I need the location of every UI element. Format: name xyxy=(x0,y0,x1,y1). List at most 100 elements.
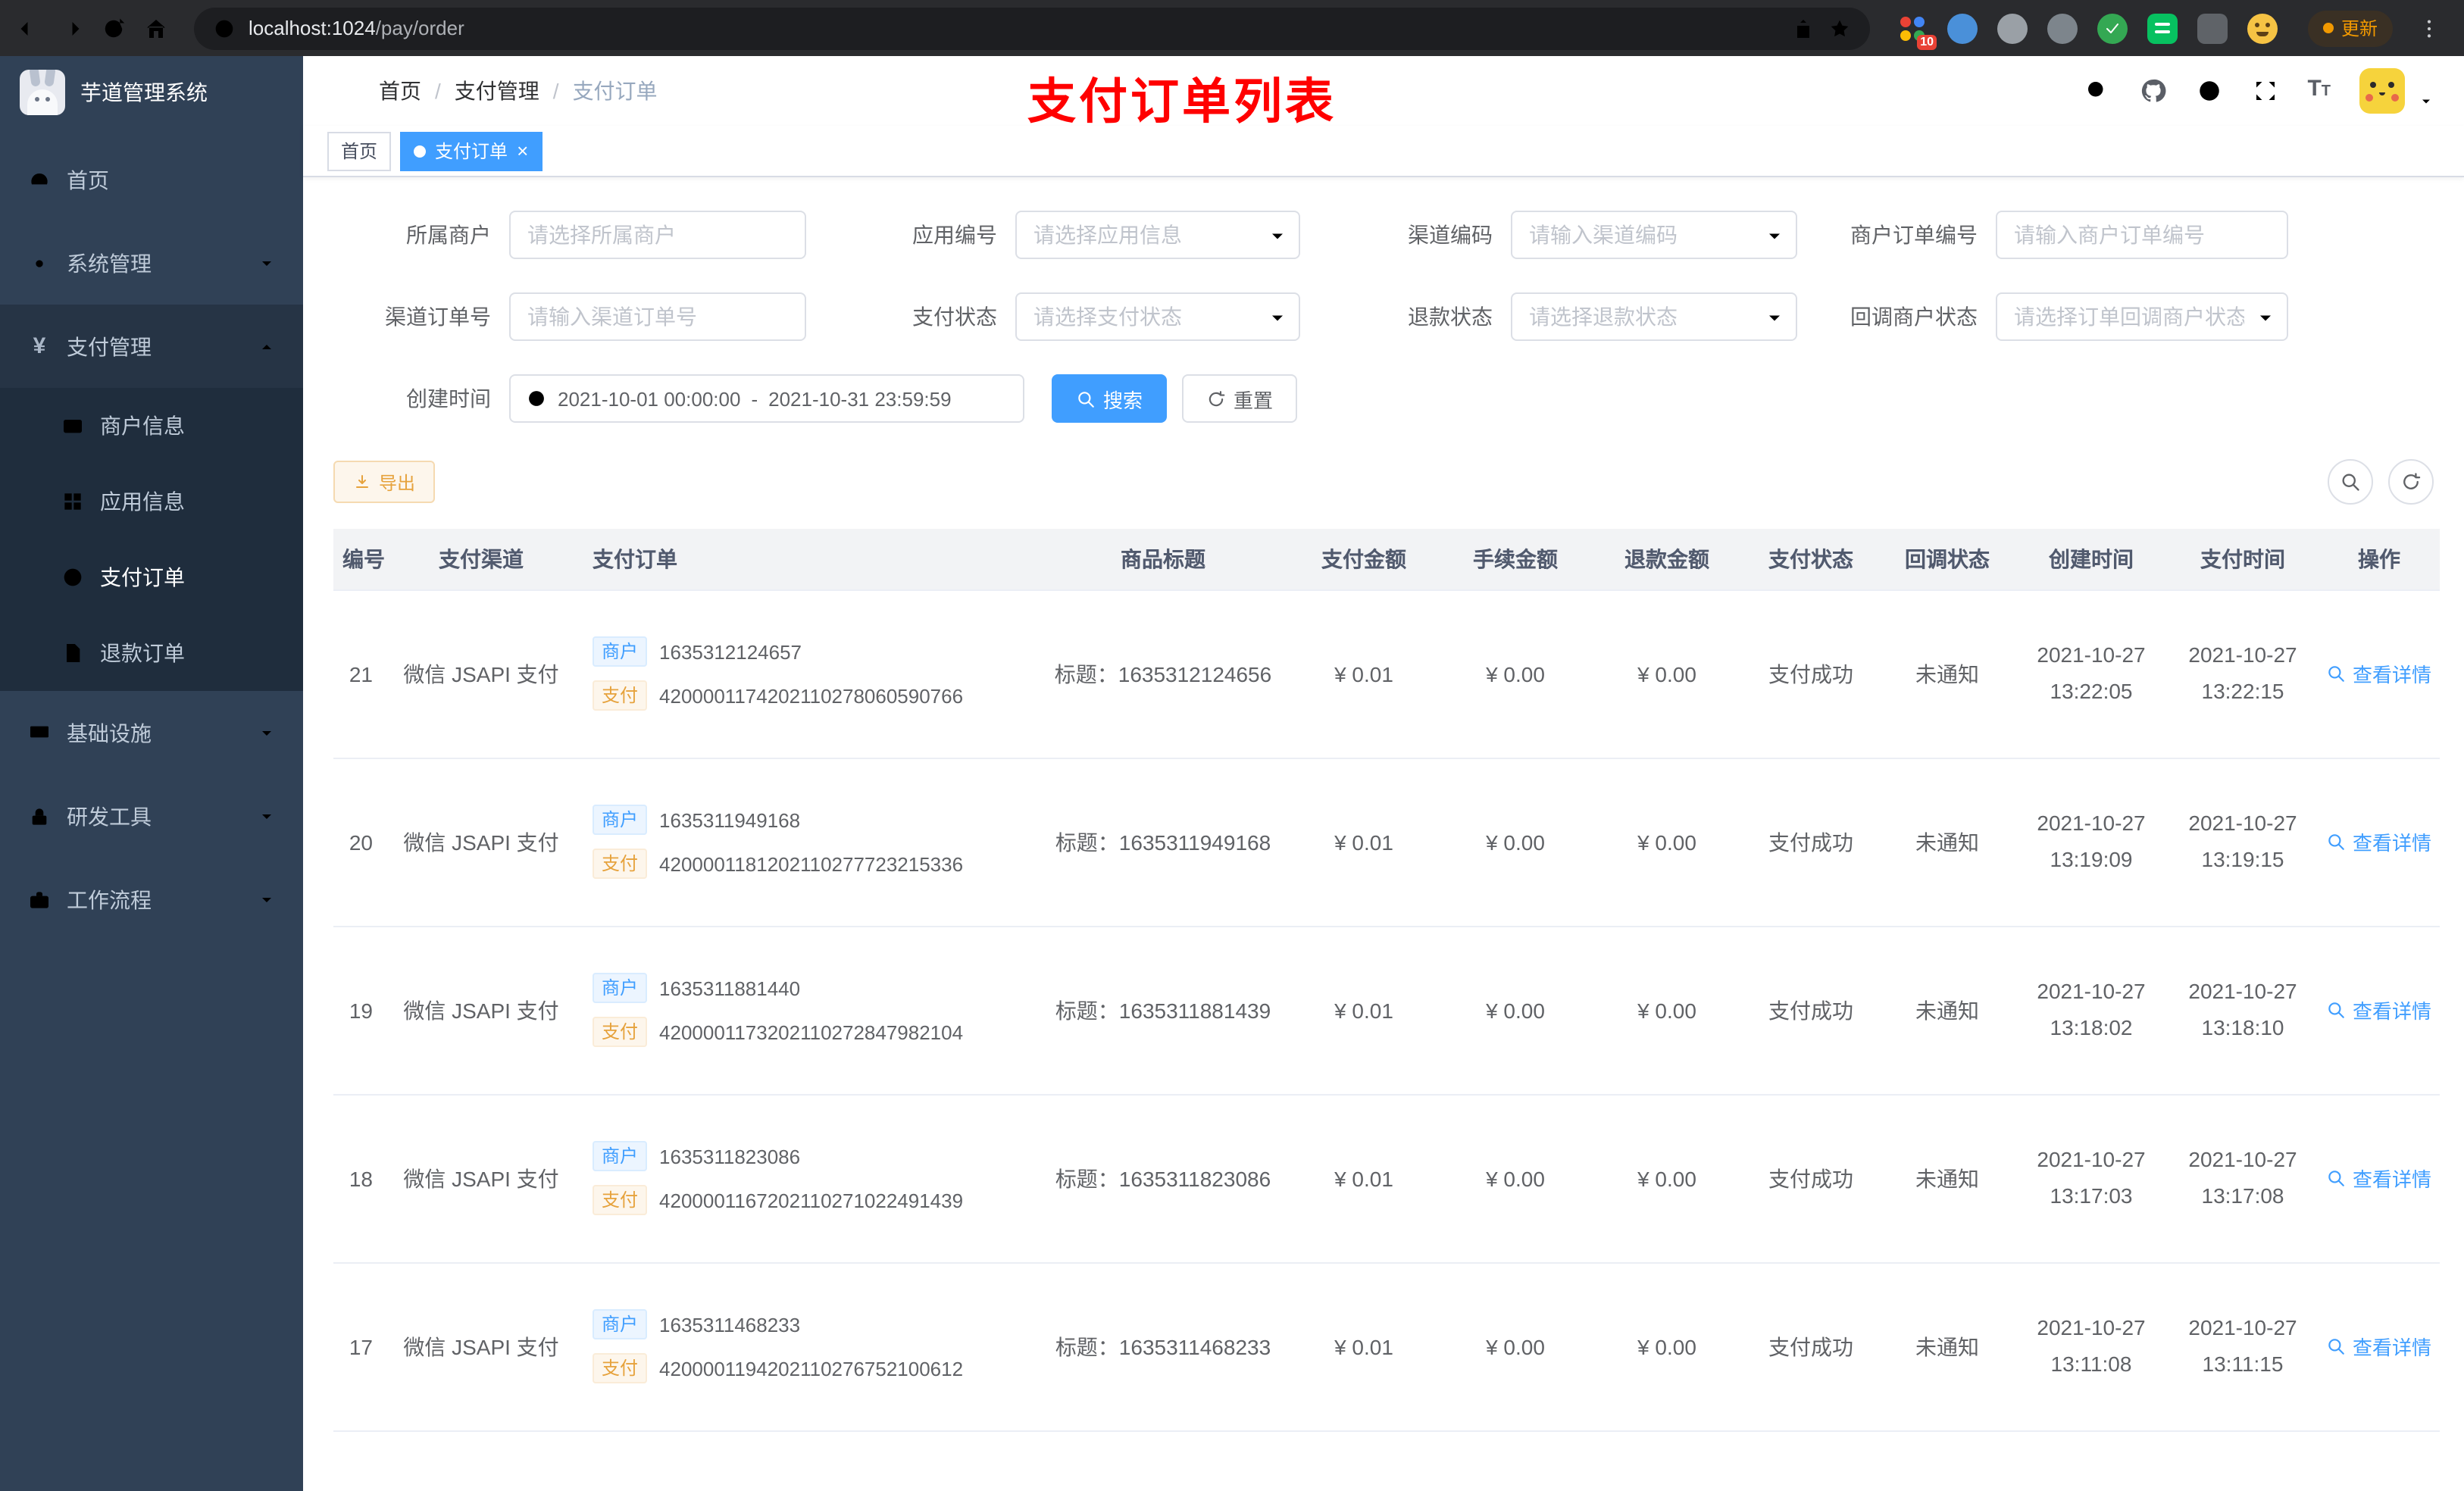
cell-pay-time xyxy=(2167,1430,2319,1491)
sidebar-item-payment[interactable]: ¥ 支付管理 xyxy=(0,305,303,388)
tab-pay-order[interactable]: 支付订单 × xyxy=(400,131,543,170)
sidebar-item-home[interactable]: 首页 xyxy=(0,138,303,221)
extension-dark-icon[interactable] xyxy=(2197,13,2228,43)
github-icon[interactable] xyxy=(2139,77,2166,105)
col-id: 编号 xyxy=(333,529,394,590)
merchant-no: 1635311823086 xyxy=(659,1145,801,1167)
cell-create-time xyxy=(2015,1430,2167,1491)
sidebar-item-merchant-info[interactable]: 商户信息 xyxy=(0,388,303,464)
address-bar[interactable]: localhost:1024/pay/order xyxy=(194,7,1870,49)
clock-icon xyxy=(526,388,547,409)
view-detail-link[interactable]: 查看详情 xyxy=(2327,1164,2431,1192)
pay-status-select[interactable]: 请选择支付状态 xyxy=(1015,292,1300,341)
breadcrumb-payment[interactable]: 支付管理 xyxy=(455,76,539,106)
merchant-no: 1635311881440 xyxy=(659,977,801,999)
merchant-select[interactable]: 请选择所属商户 xyxy=(509,211,806,259)
chevron-down-icon xyxy=(258,254,276,272)
refresh-table-button[interactable] xyxy=(2388,459,2434,505)
cell-actions: 查看详情 xyxy=(2319,589,2440,758)
share-icon[interactable] xyxy=(1791,16,1815,40)
search-icon xyxy=(2327,664,2347,683)
browser-forward-icon[interactable] xyxy=(58,14,85,42)
col-status: 支付状态 xyxy=(1743,529,1879,590)
search-button[interactable]: 搜索 xyxy=(1052,374,1168,423)
browser-reload-icon[interactable] xyxy=(100,14,127,42)
cell-amount: ¥ 0.01 xyxy=(1288,1094,1440,1263)
cell-id: 17 xyxy=(333,1262,394,1431)
cell-refund: ¥ 0.00 xyxy=(1591,1094,1743,1263)
table-row: 21 微信 JSAPI 支付 商户 1635312124657 支付 4200001… xyxy=(333,589,2440,758)
sidebar-item-system[interactable]: 系统管理 xyxy=(0,221,303,305)
create-time-range-picker[interactable]: 2021-10-01 00:00:00 - 2021-10-31 23:59:5… xyxy=(509,374,1024,423)
cell-id: 19 xyxy=(333,926,394,1095)
filter-label: 所属商户 xyxy=(406,223,491,247)
sidebar-item-dev-tools[interactable]: 研发工具 xyxy=(0,774,303,858)
help-icon[interactable] xyxy=(2195,77,2222,105)
extension-colordots-icon[interactable]: 10 xyxy=(1897,13,1937,49)
cell-channel: 微信 JSAPI 支付 xyxy=(394,1094,568,1263)
sidebar-item-workflow[interactable]: 工作流程 xyxy=(0,858,303,941)
screen: localhost:1024/pay/order 10 更新 芋道管理系统 首页… xyxy=(0,0,2464,1491)
font-size-icon[interactable]: TT xyxy=(2307,76,2331,106)
cell-order: 商户 1635311881440 支付 4200001173202110272847… xyxy=(568,926,1038,1095)
cell-title: 标题：1635311823086 xyxy=(1038,1094,1288,1263)
fullscreen-icon[interactable] xyxy=(2251,77,2278,105)
hamburger-icon[interactable] xyxy=(327,76,358,106)
browser-update-button[interactable]: 更新 xyxy=(2308,10,2394,46)
cell-amount: ¥ 0.01 xyxy=(1288,758,1440,927)
cell-refund: ¥ 0.00 xyxy=(1591,1262,1743,1431)
sidebar-item-infra[interactable]: 基础设施 xyxy=(0,691,303,774)
card-icon xyxy=(61,414,85,438)
extension-gray2-icon[interactable] xyxy=(2047,13,2078,43)
merchant-no: 1635312124657 xyxy=(659,640,802,663)
toggle-search-button[interactable] xyxy=(2328,459,2373,505)
tab-home[interactable]: 首页 xyxy=(327,131,392,170)
chevron-down-icon xyxy=(258,890,276,908)
view-detail-link[interactable]: 查看详情 xyxy=(2327,659,2431,688)
merchant-order-no-input[interactable]: 请输入商户订单编号 xyxy=(1996,211,2288,259)
download-icon xyxy=(353,473,371,491)
sidebar-item-label: 支付管理 xyxy=(67,334,152,358)
extension-check-icon[interactable] xyxy=(2097,13,2128,43)
search-icon xyxy=(2340,471,2361,492)
callback-status-select[interactable]: 请选择订单回调商户状态 xyxy=(1996,292,2288,341)
view-detail-link[interactable]: 查看详情 xyxy=(2327,827,2431,856)
extension-gray-icon[interactable] xyxy=(1997,13,2028,43)
avatar-caret-icon[interactable] xyxy=(2419,94,2434,109)
export-button[interactable]: 导出 xyxy=(333,461,436,503)
app-id-select[interactable]: 请选择应用信息 xyxy=(1015,211,1300,259)
cell-id: 21 xyxy=(333,589,394,758)
sidebar-item-refund-order[interactable]: 退款订单 xyxy=(0,615,303,691)
reset-button[interactable]: 重置 xyxy=(1182,374,1298,423)
cell-order: 商户 1635311949168 支付 4200001181202110277723… xyxy=(568,758,1038,927)
close-icon[interactable]: × xyxy=(517,141,528,161)
view-detail-link[interactable]: 查看详情 xyxy=(2327,996,2431,1024)
sidebar-item-label: 系统管理 xyxy=(67,251,152,275)
col-pay-time: 支付时间 xyxy=(2167,529,2319,590)
cell-status: 支付成功 xyxy=(1743,1262,1879,1431)
sidebar-item-app-info[interactable]: 应用信息 xyxy=(0,464,303,539)
placeholder-text: 请输入商户订单编号 xyxy=(2014,223,2205,247)
browser-home-icon[interactable] xyxy=(142,14,170,42)
channel-order-no-input[interactable]: 请输入渠道订单号 xyxy=(509,292,806,341)
search-icon[interactable] xyxy=(2083,77,2110,105)
breadcrumb-home[interactable]: 首页 xyxy=(379,76,421,106)
avatar[interactable] xyxy=(2359,68,2405,114)
extension-drop-icon[interactable] xyxy=(1947,13,1978,43)
refund-status-select[interactable]: 请选择退款状态 xyxy=(1511,292,1797,341)
browser-back-icon[interactable] xyxy=(15,14,42,42)
filter-label: 商户订单编号 xyxy=(1850,223,1978,247)
cell-actions: 查看详情 xyxy=(2319,1094,2440,1263)
sidebar-item-pay-order[interactable]: 支付订单 xyxy=(0,539,303,615)
col-order: 支付订单 xyxy=(568,529,1038,590)
filter-label: 支付状态 xyxy=(912,305,997,329)
cell-title xyxy=(1038,1430,1288,1491)
bookmark-star-icon[interactable] xyxy=(1828,16,1852,40)
site-info-icon[interactable] xyxy=(212,16,236,40)
view-detail-link[interactable]: 查看详情 xyxy=(2327,1332,2431,1361)
browser-menu-icon[interactable] xyxy=(2417,14,2441,42)
extension-emoji-icon[interactable] xyxy=(2247,13,2278,43)
cell-amount xyxy=(1288,1430,1440,1491)
channel-code-select[interactable]: 请输入渠道编码 xyxy=(1511,211,1797,259)
extension-green-book-icon[interactable] xyxy=(2147,13,2178,43)
